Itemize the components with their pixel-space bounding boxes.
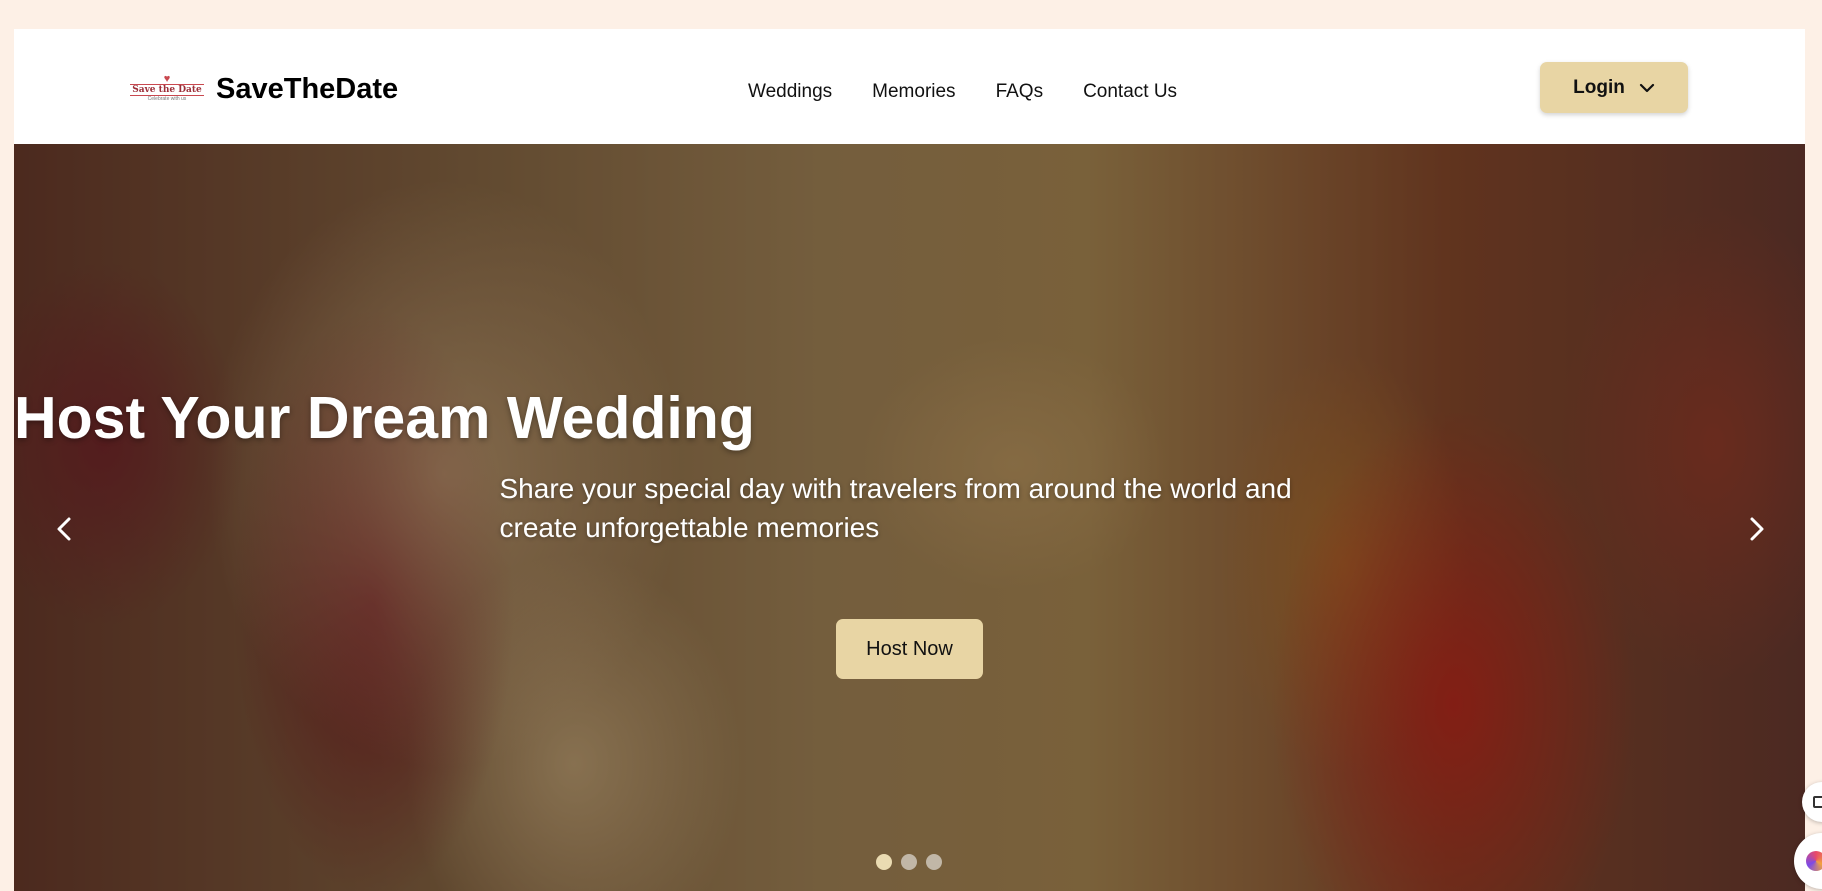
brand-name: SaveTheDate bbox=[216, 72, 399, 105]
page: ♥ Save the Date Celebrate with us SaveTh… bbox=[14, 29, 1805, 891]
host-now-button[interactable]: Host Now bbox=[836, 619, 983, 679]
floating-widget-button[interactable] bbox=[1802, 782, 1822, 822]
hero-subtitle: Share your special day with travelers fr… bbox=[499, 473, 1292, 543]
carousel-dot-1[interactable] bbox=[876, 854, 892, 870]
nav-link-weddings[interactable]: Weddings bbox=[748, 81, 832, 103]
chat-assistant-icon bbox=[1806, 851, 1822, 871]
brand-logo: ♥ Save the Date Celebrate with us bbox=[130, 73, 204, 105]
carousel-dot-2[interactable] bbox=[901, 854, 917, 870]
login-label: Login bbox=[1573, 76, 1625, 98]
nav-link-contact-us[interactable]: Contact Us bbox=[1083, 81, 1177, 103]
chevron-left-icon bbox=[57, 517, 71, 541]
chevron-down-icon bbox=[1639, 83, 1654, 92]
carousel-prev-button[interactable] bbox=[44, 509, 84, 549]
carousel-dot-3[interactable] bbox=[926, 854, 942, 870]
main-nav: Weddings Memories FAQs Contact Us bbox=[748, 81, 1177, 103]
navbar: ♥ Save the Date Celebrate with us SaveTh… bbox=[14, 29, 1805, 144]
hero-title: Host Your Dream Wedding bbox=[14, 385, 755, 451]
square-icon bbox=[1813, 796, 1822, 808]
logo-subtitle: Celebrate with us bbox=[147, 96, 187, 102]
heart-icon: ♥ bbox=[163, 73, 171, 85]
carousel-indicators bbox=[876, 854, 942, 870]
nav-link-memories[interactable]: Memories bbox=[872, 81, 955, 103]
carousel-next-button[interactable] bbox=[1737, 509, 1777, 549]
login-button[interactable]: Login bbox=[1540, 62, 1688, 113]
nav-link-faqs[interactable]: FAQs bbox=[996, 81, 1044, 103]
brand[interactable]: ♥ Save the Date Celebrate with us SaveTh… bbox=[130, 69, 399, 109]
hero-carousel: Host Your Dream Wedding Share your speci… bbox=[14, 144, 1805, 891]
logo-title: Save the Date bbox=[130, 84, 204, 96]
chevron-right-icon bbox=[1750, 517, 1764, 541]
